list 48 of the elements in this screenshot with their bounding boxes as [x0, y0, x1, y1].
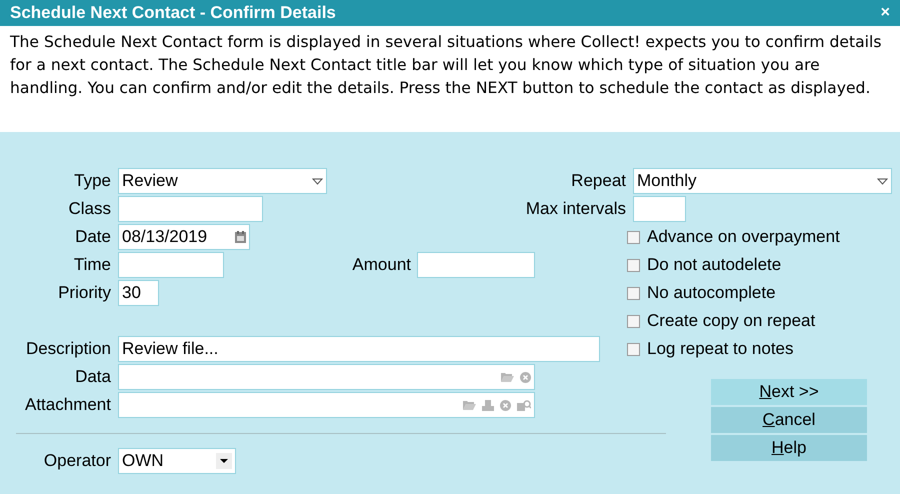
calendar-icon[interactable]: [235, 231, 246, 243]
type-dropdown[interactable]: Review: [118, 168, 327, 194]
field-label: Type: [73, 170, 112, 192]
field-label: Description: [24, 338, 112, 360]
field-label: Date: [74, 226, 112, 248]
amount-field[interactable]: [417, 252, 535, 278]
field-label: Repeat: [570, 170, 627, 192]
checkbox-label: No autocomplete: [647, 282, 776, 304]
dialog-button[interactable]: Cancel: [711, 407, 867, 433]
field-label: Amount: [351, 254, 412, 276]
clear-icon[interactable]: [500, 400, 511, 410]
class-field[interactable]: [118, 196, 263, 222]
date-field[interactable]: 08/13/2019: [118, 224, 250, 250]
help-text: The Schedule Next Contact form is displayed in several situations where Collect! expects you to confirm details for a next contact. The Schedule Next Contact title bar will let you know which type of situation you are handling. You can confirm and/or edit the details. Press the NEXT button to schedule the contact as displayed.: [0, 26, 900, 132]
folder-icon[interactable]: [501, 372, 514, 382]
checkbox[interactable]: [627, 342, 640, 356]
dialog-button[interactable]: Next >>: [711, 379, 867, 405]
time-field[interactable]: [118, 252, 224, 278]
folder-icon[interactable]: [463, 400, 476, 410]
checkbox[interactable]: [627, 258, 640, 272]
field-label: Class: [67, 198, 112, 220]
repeat-dropdown[interactable]: Monthly: [633, 168, 892, 194]
field-label: Data: [74, 366, 112, 388]
field-label: Operator: [42, 450, 112, 472]
operator-dropdown[interactable]: OWN: [118, 448, 236, 474]
field-label: Time: [72, 254, 112, 276]
checkbox-label: Log repeat to notes: [647, 338, 794, 360]
attachment-field[interactable]: [118, 392, 535, 418]
window-title: Schedule Next Contact - Confirm Details: [10, 2, 336, 24]
max-intervals-field[interactable]: [633, 196, 686, 222]
checkbox[interactable]: [627, 314, 640, 328]
checkbox[interactable]: [627, 286, 640, 300]
field-label: Max intervals: [524, 198, 627, 220]
clear-icon[interactable]: [520, 372, 531, 382]
checkbox[interactable]: [627, 230, 640, 244]
description-field[interactable]: Review file...: [118, 336, 600, 362]
checkbox-label: Advance on overpayment: [647, 226, 840, 248]
dialog-button[interactable]: Help: [711, 435, 867, 461]
checkbox-label: Create copy on repeat: [647, 310, 816, 332]
printer-icon[interactable]: [482, 400, 494, 410]
folder-search-icon[interactable]: [517, 400, 531, 410]
field-label: Attachment: [24, 394, 112, 416]
dropdown-arrow-icon[interactable]: [877, 178, 888, 184]
dropdown-arrow-icon[interactable]: [312, 178, 323, 184]
checkbox-label: Do not autodelete: [647, 254, 782, 276]
field-label: Priority: [57, 282, 112, 304]
data-field[interactable]: [118, 364, 535, 390]
priority-field[interactable]: 30: [118, 280, 159, 306]
